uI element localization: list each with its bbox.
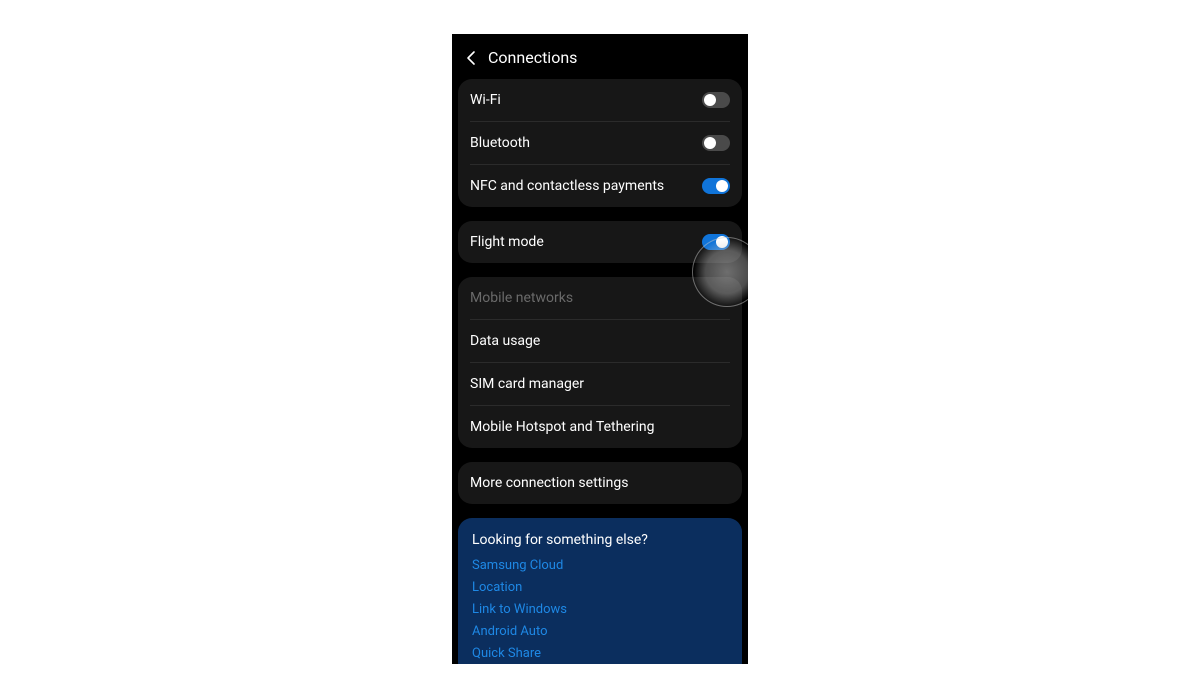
row-label: SIM card manager xyxy=(470,376,584,392)
suggestions-card: Looking for something else? Samsung Clou… xyxy=(458,518,742,664)
row-label: Mobile networks xyxy=(470,290,573,306)
setting-row-sim-card-manager[interactable]: SIM card manager xyxy=(458,363,742,405)
row-label: Flight mode xyxy=(470,234,544,250)
setting-row-flight-mode[interactable]: Flight mode xyxy=(458,221,742,263)
row-label: Data usage xyxy=(470,333,540,349)
suggest-link-quick-share[interactable]: Quick Share xyxy=(472,646,728,661)
row-label: Wi-Fi xyxy=(470,92,501,108)
suggest-link-location[interactable]: Location xyxy=(472,580,728,595)
suggest-link-samsung-cloud[interactable]: Samsung Cloud xyxy=(472,558,728,573)
back-icon[interactable] xyxy=(466,50,476,66)
page-title: Connections xyxy=(488,48,577,67)
suggest-link-link-to-windows[interactable]: Link to Windows xyxy=(472,602,728,617)
nfc-toggle[interactable] xyxy=(702,178,730,194)
setting-row-more-connection-settings[interactable]: More connection settings xyxy=(458,462,742,504)
bluetooth-toggle[interactable] xyxy=(702,135,730,151)
row-label: Mobile Hotspot and Tethering xyxy=(470,419,654,435)
row-label: Bluetooth xyxy=(470,135,530,151)
setting-row-nfc[interactable]: NFC and contactless payments xyxy=(458,165,742,207)
header: Connections xyxy=(452,34,748,79)
suggestions-title: Looking for something else? xyxy=(472,532,728,548)
setting-row-data-usage[interactable]: Data usage xyxy=(458,320,742,362)
settings-group: Flight mode xyxy=(458,221,742,263)
setting-row-bluetooth[interactable]: Bluetooth xyxy=(458,122,742,164)
setting-row-wifi[interactable]: Wi-Fi xyxy=(458,79,742,121)
row-label: NFC and contactless payments xyxy=(470,178,664,194)
settings-screen: Connections Wi-Fi Bluetooth NFC and cont… xyxy=(452,34,748,664)
suggest-link-android-auto[interactable]: Android Auto xyxy=(472,624,728,639)
wifi-toggle[interactable] xyxy=(702,92,730,108)
setting-row-mobile-networks: Mobile networks xyxy=(458,277,742,319)
setting-row-hotspot-tethering[interactable]: Mobile Hotspot and Tethering xyxy=(458,406,742,448)
settings-group: Mobile networks Data usage SIM card mana… xyxy=(458,277,742,448)
flight-mode-toggle[interactable] xyxy=(702,234,730,250)
settings-group: Wi-Fi Bluetooth NFC and contactless paym… xyxy=(458,79,742,207)
row-label: More connection settings xyxy=(470,475,628,491)
settings-group: More connection settings xyxy=(458,462,742,504)
